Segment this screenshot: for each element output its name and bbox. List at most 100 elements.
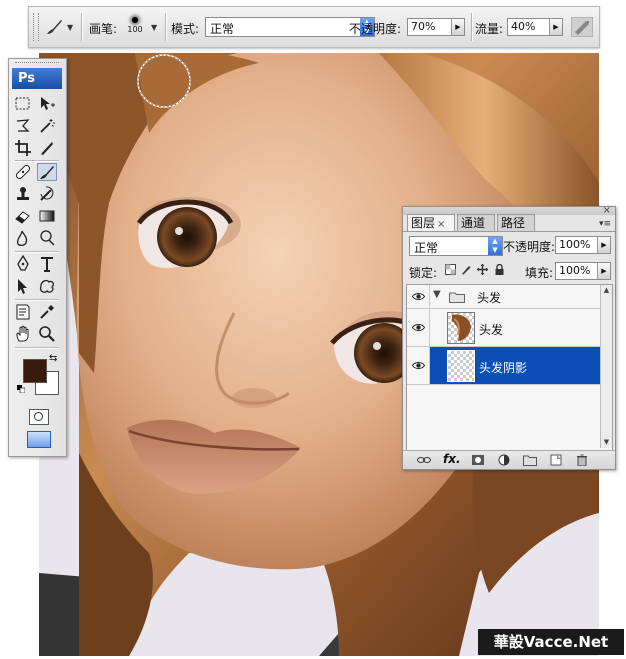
brush-tool-icon[interactable]	[37, 163, 57, 181]
layers-bottom-toolbar: fx.	[403, 450, 615, 469]
zoom-tool-icon[interactable]	[37, 325, 57, 343]
lock-image-pixels-icon[interactable]	[461, 264, 472, 275]
scroll-down-icon[interactable]: ▼	[601, 437, 612, 448]
tab-label: 图层	[411, 216, 436, 230]
tool-preset-dropdown-icon[interactable]: ▼	[67, 23, 73, 32]
layer-thumbnail	[447, 350, 475, 382]
marquee-tool-icon[interactable]	[13, 95, 33, 113]
flow-slider-arrow-icon[interactable]: ▶	[549, 19, 562, 35]
flow-field[interactable]: 40% ▶	[507, 18, 563, 36]
healing-brush-tool-icon[interactable]	[13, 163, 33, 181]
adjustment-layer-icon[interactable]	[497, 454, 511, 466]
visibility-eye-icon[interactable]	[407, 347, 430, 384]
link-layers-icon[interactable]	[417, 454, 431, 466]
history-brush-tool-icon[interactable]	[37, 185, 57, 203]
photoshop-logo[interactable]: Ps	[12, 68, 62, 89]
brush-tool-preset-icon[interactable]	[43, 17, 65, 37]
layer-thumbnail	[447, 312, 475, 344]
fill-field[interactable]: 100% ▶	[555, 262, 611, 280]
scroll-up-icon[interactable]: ▲	[601, 285, 612, 296]
delete-layer-icon[interactable]	[575, 454, 589, 466]
divider	[15, 160, 59, 162]
opacity-value: 70%	[411, 20, 436, 33]
layer-style-fx-icon[interactable]: fx.	[443, 452, 461, 466]
brush-picker-dropdown-icon[interactable]: ▼	[151, 23, 157, 32]
crop-tool-icon[interactable]	[13, 139, 33, 157]
gradient-tool-icon[interactable]	[37, 207, 57, 225]
brush-label: 画笔:	[89, 22, 118, 36]
lock-label: 锁定:	[409, 266, 438, 280]
tools-panel: Ps ⇆	[8, 58, 67, 457]
blur-tool-icon[interactable]	[13, 229, 33, 247]
lock-all-icon[interactable]	[494, 264, 505, 275]
clone-stamp-tool-icon[interactable]	[13, 185, 33, 203]
path-selection-tool-icon[interactable]	[13, 277, 33, 295]
swap-colors-icon[interactable]: ⇆	[49, 353, 57, 364]
layer-name: 头发阴影	[479, 361, 528, 375]
fill-slider-arrow-icon[interactable]: ▶	[597, 263, 610, 279]
lock-transparency-icon[interactable]	[445, 264, 456, 275]
divider	[15, 251, 59, 253]
options-bar-grip[interactable]	[33, 13, 39, 41]
select-arrows-icon: ▲ ▼	[488, 237, 502, 255]
opacity-slider-arrow-icon[interactable]: ▶	[597, 237, 610, 253]
default-colors-icon[interactable]	[17, 385, 25, 393]
eraser-tool-icon[interactable]	[13, 207, 33, 225]
custom-shape-tool-icon[interactable]	[37, 277, 57, 295]
folder-icon	[449, 292, 465, 303]
divider	[165, 13, 167, 41]
airbrush-toggle-icon[interactable]	[571, 17, 593, 37]
brush-picker[interactable]: 100	[123, 13, 147, 41]
add-mask-icon[interactable]	[471, 454, 485, 466]
tab-layers[interactable]: 图层 ×	[407, 214, 455, 231]
panel-close-icon[interactable]: ×	[603, 205, 611, 216]
brush-tip-icon	[132, 17, 138, 23]
divider	[81, 13, 83, 41]
tab-paths[interactable]: 路径	[497, 214, 535, 231]
dodge-tool-icon[interactable]	[37, 229, 57, 247]
tab-channels[interactable]: 通道	[457, 214, 495, 231]
magic-wand-tool-icon[interactable]	[37, 117, 57, 135]
divider	[471, 13, 473, 41]
slice-tool-icon[interactable]	[37, 139, 57, 157]
layer-opacity-value: 100%	[559, 238, 591, 251]
hand-tool-icon[interactable]	[13, 325, 33, 343]
layer-list: ▼ 头发 头发 头发阴影 ▲ ▼	[406, 284, 613, 451]
opacity-field[interactable]: 70% ▶	[407, 18, 465, 36]
divider	[15, 347, 59, 349]
eyedropper-tool-icon[interactable]	[37, 303, 57, 321]
tab-label: 路径	[501, 216, 526, 230]
notes-tool-icon[interactable]	[13, 303, 33, 321]
blend-mode-select[interactable]: 正常 ▲ ▼	[409, 236, 503, 256]
panel-menu-icon[interactable]: ▾≡	[599, 219, 611, 229]
fill-value: 100%	[559, 264, 591, 277]
fill-label: 填充:	[525, 266, 554, 280]
layer-row-selected[interactable]: 头发阴影	[407, 347, 601, 385]
screen-mode-icon[interactable]	[27, 431, 51, 448]
flow-label: 流量:	[475, 22, 504, 36]
move-tool-icon[interactable]	[37, 95, 57, 113]
layer-row[interactable]: 头发	[407, 309, 601, 347]
layer-group-row[interactable]: ▼ 头发	[407, 285, 601, 309]
group-expand-triangle-icon[interactable]: ▼	[433, 289, 441, 300]
lasso-tool-icon[interactable]	[13, 117, 33, 135]
new-group-icon[interactable]	[523, 454, 537, 466]
layers-scrollbar[interactable]: ▲ ▼	[600, 285, 612, 448]
visibility-eye-icon[interactable]	[407, 285, 430, 308]
quick-mask-icon[interactable]	[29, 409, 49, 425]
panel-grip[interactable]	[15, 62, 59, 66]
opacity-slider-arrow-icon[interactable]: ▶	[451, 19, 464, 35]
visibility-eye-icon[interactable]	[407, 309, 430, 346]
tab-close-icon[interactable]: ×	[437, 219, 445, 230]
layers-panel: × 图层 × 通道 路径 ▾≡ 正常 ▲ ▼ 不透明度: 100% ▶ 锁定: 填充…	[402, 205, 616, 470]
flow-value: 40%	[511, 20, 536, 33]
tab-label: 通道	[461, 216, 486, 230]
mode-label: 模式:	[171, 22, 200, 36]
new-layer-icon[interactable]	[549, 454, 563, 466]
blend-mode-value: 正常	[414, 241, 439, 255]
layer-opacity-field[interactable]: 100% ▶	[555, 236, 611, 254]
lock-position-icon[interactable]	[477, 264, 488, 275]
pen-tool-icon[interactable]	[13, 255, 33, 273]
foreground-color-swatch[interactable]	[23, 359, 47, 383]
type-tool-icon[interactable]	[37, 255, 57, 273]
